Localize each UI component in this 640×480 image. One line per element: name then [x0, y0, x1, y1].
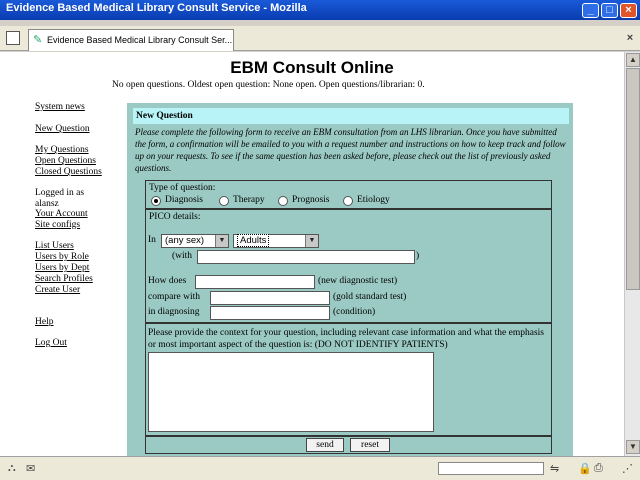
type-label: Type of question: — [149, 183, 216, 193]
button-row: send reset — [145, 436, 552, 454]
page-title: EBM Consult Online — [230, 58, 394, 77]
minimize-button[interactable]: _ — [582, 3, 599, 18]
how-does-label: How does — [148, 276, 187, 286]
resize-grip-icon[interactable]: ⋰ — [622, 462, 633, 475]
sex-select-value: (any sex) — [165, 235, 205, 246]
with-label: (with — [172, 251, 193, 261]
chevron-down-icon: ▼ — [305, 235, 318, 247]
gold-standard-input[interactable] — [210, 291, 330, 305]
reset-button[interactable]: reset — [350, 438, 390, 452]
chevron-down-icon: ▼ — [215, 235, 228, 247]
pen-icon: ✎ — [33, 34, 43, 46]
vertical-scrollbar[interactable]: ▲ ▼ — [624, 52, 640, 456]
send-button[interactable]: send — [306, 438, 344, 452]
form-instructions: Please complete the following form to re… — [135, 127, 566, 173]
network-activity-icon: ⛬ — [8, 462, 16, 474]
close-tab-icon[interactable]: × — [624, 32, 636, 44]
page-content: EBM Consult Online No open questions. Ol… — [0, 52, 624, 456]
status-bar: ⛬ ✉ ⇋ 🔒 ⎙ ⋰ — [0, 456, 640, 480]
new-test-hint: (new diagnostic test) — [318, 276, 398, 286]
gold-standard-hint: (gold standard test) — [333, 292, 407, 302]
username: alansz — [35, 199, 59, 209]
pico-box: PICO details: In (any sex) ▼ Adults ▼ (w… — [145, 209, 552, 323]
question-type-box: Type of question: Diagnosis Therapy Prog… — [145, 180, 552, 209]
radio-diagnosis[interactable] — [151, 196, 161, 206]
nav-help[interactable]: Help — [35, 317, 53, 327]
diagnosing-label: in diagnosing — [148, 307, 200, 317]
condition-input[interactable] — [210, 306, 330, 320]
logged-in-label: Logged in as — [35, 188, 85, 198]
title-bar: Evidence Based Medical Library Consult S… — [0, 0, 640, 20]
context-textarea[interactable] — [148, 352, 434, 432]
radio-prognosis[interactable] — [278, 196, 288, 206]
age-select-value: Adults — [237, 234, 270, 247]
radio-etiology-label: Etiology — [357, 195, 390, 205]
close-button[interactable]: × — [620, 3, 637, 18]
radio-diagnosis-label: Diagnosis — [165, 195, 203, 205]
tab-bar: ✎ Evidence Based Medical Library Consult… — [0, 26, 640, 51]
nav-site-configs[interactable]: Site configs — [35, 220, 80, 230]
queue-status: No open questions. Oldest open question:… — [112, 80, 425, 90]
nav-new-question[interactable]: New Question — [35, 124, 90, 134]
nav-list-users[interactable]: List Users — [35, 241, 74, 251]
mail-icon[interactable]: ✉ — [26, 462, 35, 475]
sex-select[interactable]: (any sex) ▼ — [161, 234, 229, 248]
scroll-down-icon[interactable]: ▼ — [626, 440, 640, 454]
compare-label: compare with — [148, 292, 200, 302]
radio-prognosis-label: Prognosis — [292, 195, 330, 205]
with-close-paren: ) — [416, 251, 420, 261]
nav-search-profiles[interactable]: Search Profiles — [35, 274, 93, 284]
new-test-input[interactable] — [195, 275, 315, 289]
scroll-up-icon[interactable]: ▲ — [626, 53, 640, 67]
condition-hint: (condition) — [333, 307, 376, 317]
radio-etiology[interactable] — [343, 196, 353, 206]
pico-label: PICO details: — [149, 212, 201, 222]
with-input[interactable] — [197, 250, 415, 264]
nav-users-by-dept[interactable]: Users by Dept — [35, 263, 89, 273]
nav-create-user[interactable]: Create User — [35, 285, 80, 295]
connection-icon: ⇋ — [550, 463, 560, 475]
nav-users-by-role[interactable]: Users by Role — [35, 252, 89, 262]
scrollbar-thumb[interactable] — [626, 68, 640, 290]
printer-icon[interactable]: ⎙ — [594, 462, 603, 475]
security-lock-icon[interactable]: 🔒 — [578, 462, 592, 475]
age-select[interactable]: Adults ▼ — [233, 234, 319, 248]
nav-your-account[interactable]: Your Account — [35, 209, 88, 219]
nav-open-questions[interactable]: Open Questions — [35, 156, 96, 166]
new-question-panel: New Question Please complete the followi… — [127, 103, 573, 456]
nav-log-out[interactable]: Log Out — [35, 338, 67, 348]
nav-my-questions[interactable]: My Questions — [35, 145, 89, 155]
context-label: Please provide the context for your ques… — [148, 328, 544, 350]
nav-closed-questions[interactable]: Closed Questions — [35, 167, 102, 177]
radio-therapy-label: Therapy — [233, 195, 265, 205]
maximize-button[interactable]: □ — [601, 3, 618, 18]
window-title: Evidence Based Medical Library Consult S… — [6, 2, 307, 14]
panel-header: New Question — [133, 108, 569, 124]
new-tab-icon[interactable] — [6, 31, 20, 45]
nav-system-news[interactable]: System news — [35, 102, 85, 112]
context-box: Please provide the context for your ques… — [145, 323, 552, 436]
radio-therapy[interactable] — [219, 196, 229, 206]
in-label: In — [148, 235, 156, 245]
status-field — [438, 462, 544, 475]
tab-ebm-consult[interactable]: ✎ Evidence Based Medical Library Consult… — [28, 29, 234, 51]
tab-label: Evidence Based Medical Library Consult S… — [47, 35, 233, 45]
